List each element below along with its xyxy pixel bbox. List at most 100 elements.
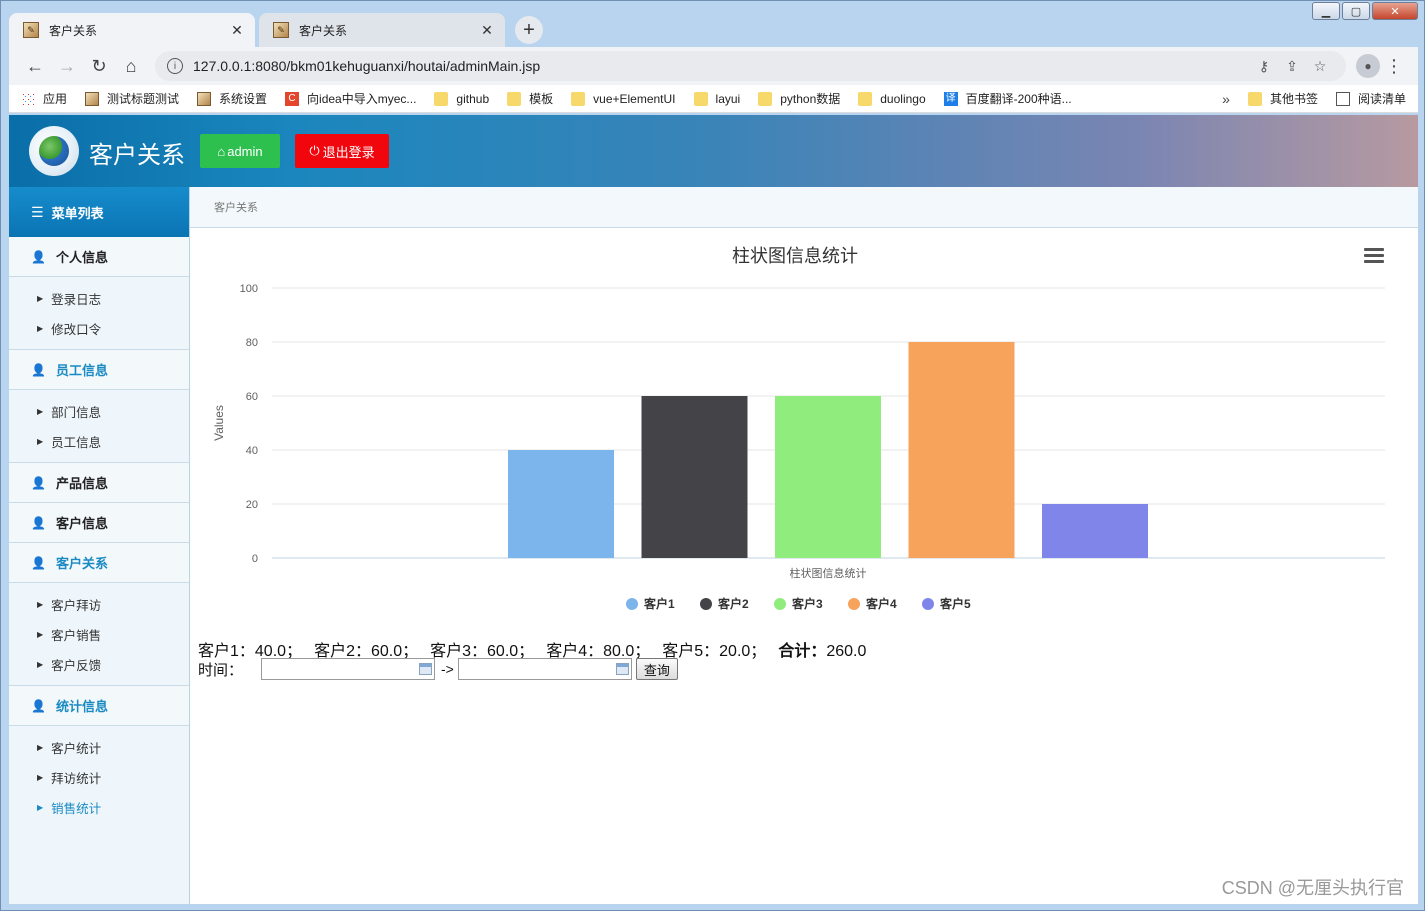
back-icon[interactable]: ← <box>19 52 51 80</box>
y-tick-label: 0 <box>252 553 258 565</box>
folder-icon <box>434 91 449 106</box>
minimize-button[interactable]: ▁ <box>1312 2 1340 20</box>
address-bar[interactable]: i 127.0.0.1:8080/bkm01kehuguanxi/houtai/… <box>155 51 1346 81</box>
sidebar-item-sales-stats[interactable]: ▶ 销售统计 <box>9 792 189 822</box>
tab-close-icon[interactable]: ✕ <box>479 22 495 39</box>
bookmark-label: 系统设置 <box>219 92 268 106</box>
calendar-icon[interactable] <box>419 663 433 675</box>
bookmark-folder[interactable]: layui <box>693 91 740 106</box>
sidebar-section-personal[interactable]: 👤 个人信息 <box>9 237 189 277</box>
summary-total-value: 260.0 <box>826 643 867 660</box>
sidebar-item-employee[interactable]: ▶ 员工信息 <box>9 426 189 456</box>
sidebar-heading: ☰ 菜单列表 <box>9 187 189 237</box>
legend-marker <box>774 598 786 610</box>
forward-icon[interactable]: → <box>51 52 83 80</box>
bookmark-folder[interactable]: python数据 <box>758 90 840 107</box>
bookmark-item[interactable]: 系统设置 <box>197 90 267 107</box>
sidebar-item-change-password[interactable]: ▶ 修改口令 <box>9 313 189 343</box>
end-date-input[interactable] <box>457 658 632 680</box>
item-label: 客户拜访 <box>51 598 102 613</box>
item-label: 部门信息 <box>51 405 102 420</box>
user-icon: 👤 <box>31 698 46 713</box>
sidebar-section-employee[interactable]: 👤 员工信息 <box>9 350 189 390</box>
bookmark-folder[interactable]: 模板 <box>507 90 553 107</box>
chart-title: 柱状图信息统计 <box>732 246 858 266</box>
sidebar-section-customer[interactable]: 👤 客户信息 <box>9 503 189 543</box>
site-info-icon[interactable]: i <box>167 58 183 74</box>
query-button[interactable]: 查询 <box>635 658 678 680</box>
bar-3 <box>775 396 881 558</box>
section-label: 客户关系 <box>55 556 108 571</box>
caret-right-icon: ▶ <box>37 323 44 333</box>
web-page: 客户关系 ⌂ admin ⏻ 退出登录 ☰ 菜单列表 👤 个人信息 ▶ 登录日志 ▶ 修改口… <box>9 115 1418 904</box>
bookmark-label: 其他书签 <box>1269 92 1318 106</box>
admin-button[interactable]: ⌂ admin <box>200 134 280 168</box>
sidebar-subitems: ▶ 登录日志 ▶ 修改口令 <box>9 277 189 350</box>
star-icon[interactable]: ☆ <box>1306 58 1334 75</box>
caret-right-icon: ▶ <box>37 629 44 639</box>
sidebar: ☰ 菜单列表 👤 个人信息 ▶ 登录日志 ▶ 修改口令 👤 员工信息 ▶ 部门信息 ▶ 员工信… <box>9 187 190 904</box>
folder-icon <box>571 91 586 106</box>
item-label: 拜访统计 <box>51 771 102 786</box>
reading-list-button[interactable]: 阅读清单 <box>1335 90 1406 107</box>
calendar-icon[interactable] <box>615 663 629 675</box>
bookmark-folder-other[interactable]: 其他书签 <box>1247 90 1318 107</box>
bookmark-folder[interactable]: github <box>434 91 489 106</box>
sidebar-item-sales[interactable]: ▶ 客户销售 <box>9 619 189 649</box>
profile-avatar-icon[interactable]: ● <box>1356 54 1380 78</box>
tab-title: 客户关系 <box>299 23 348 38</box>
tab-close-icon[interactable]: ✕ <box>229 22 245 39</box>
y-tick-label: 60 <box>246 391 258 403</box>
reading-list-icon <box>1335 91 1350 106</box>
close-window-button[interactable]: ✕ <box>1372 2 1418 20</box>
folder-icon <box>758 91 773 106</box>
bar-2 <box>641 396 748 558</box>
key-icon[interactable]: ⚷ <box>1250 58 1278 75</box>
maximize-button[interactable]: ▢ <box>1342 2 1370 20</box>
bookmarks-overflow-button[interactable]: » <box>1222 91 1230 107</box>
browser-tab-active[interactable]: ✎ 客户关系 ✕ <box>9 13 255 47</box>
new-tab-button[interactable]: + <box>515 16 543 44</box>
logout-button[interactable]: ⏻ 退出登录 <box>295 134 389 168</box>
section-label: 客户信息 <box>55 516 108 531</box>
sidebar-item-department[interactable]: ▶ 部门信息 <box>9 396 189 426</box>
bookmark-label: 阅读清单 <box>1357 92 1406 106</box>
bookmark-label: vue+ElementUI <box>593 91 676 106</box>
share-icon[interactable]: ⇪ <box>1278 58 1306 75</box>
item-label: 客户反馈 <box>51 658 102 673</box>
sidebar-item-visit-stats[interactable]: ▶ 拜访统计 <box>9 762 189 792</box>
bookmark-item[interactable]: 译百度翻译-200种语... <box>943 90 1072 107</box>
browser-toolbar: ← → ↻ ⌂ i 127.0.0.1:8080/bkm01kehuguanxi… <box>9 47 1418 85</box>
chart-menu-icon[interactable] <box>1364 248 1384 266</box>
caret-right-icon: ▶ <box>37 599 44 609</box>
legend-item: 客户1 <box>643 596 675 611</box>
bookmark-item[interactable]: 测试标题测试 <box>85 90 179 107</box>
home-icon[interactable]: ⌂ <box>115 52 147 80</box>
bar-4 <box>908 342 1015 558</box>
sidebar-item-visit[interactable]: ▶ 客户拜访 <box>9 589 189 619</box>
caret-right-icon: ▶ <box>37 802 44 812</box>
y-axis-label: Values <box>212 405 226 441</box>
sidebar-item-login-log[interactable]: ▶ 登录日志 <box>9 283 189 313</box>
bookmark-apps[interactable]: 应用 <box>21 90 67 107</box>
sidebar-item-customer-stats[interactable]: ▶ 客户统计 <box>9 732 189 762</box>
start-date-input[interactable] <box>261 658 436 680</box>
sidebar-subitems: ▶ 客户统计 ▶ 拜访统计 ▶ 销售统计 <box>9 726 189 828</box>
sidebar-item-feedback[interactable]: ▶ 客户反馈 <box>9 649 189 679</box>
bookmark-item[interactable]: C 向idea中导入myec... <box>285 90 416 107</box>
sidebar-section-relations[interactable]: 👤 客户关系 <box>9 543 189 583</box>
user-icon: 👤 <box>31 475 46 490</box>
reload-icon[interactable]: ↻ <box>83 52 115 80</box>
browser-tab[interactable]: ✎ 客户关系 ✕ <box>259 13 505 47</box>
url-text[interactable]: 127.0.0.1:8080/bkm01kehuguanxi/houtai/ad… <box>193 58 1250 74</box>
chart-svg: 0 20 40 60 80 100 Values 柱状图信息统计客户1 客户2 客户3 客户4 客户5 <box>212 283 1385 611</box>
bookmark-folder[interactable]: vue+ElementUI <box>571 91 676 106</box>
legend-item: 客户3 <box>791 596 823 611</box>
browser-menu-icon[interactable]: ⋮ <box>1380 56 1408 77</box>
breadcrumb: 客户关系 <box>190 187 1418 228</box>
caret-right-icon: ▶ <box>37 293 44 303</box>
tab-favicon-icon: ✎ <box>23 22 39 38</box>
sidebar-section-product[interactable]: 👤 产品信息 <box>9 463 189 503</box>
sidebar-section-statistics[interactable]: 👤 统计信息 <box>9 686 189 726</box>
bookmark-folder[interactable]: duolingo <box>858 91 926 106</box>
